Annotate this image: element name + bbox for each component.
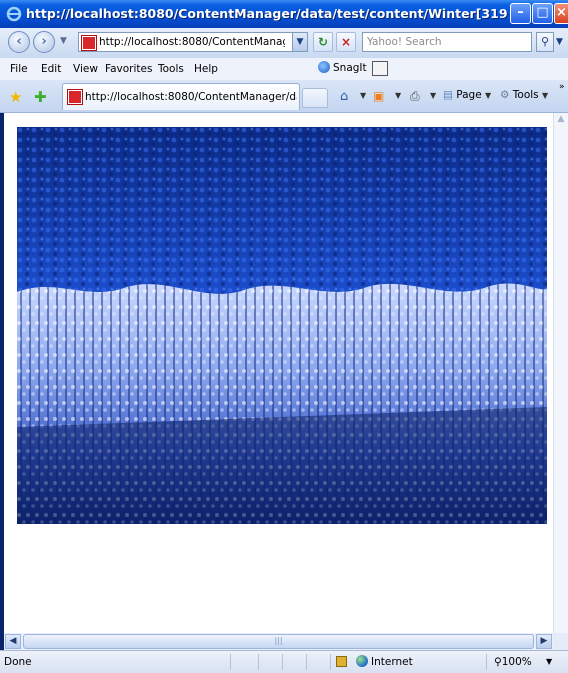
menu-favorites[interactable]: Favorites <box>105 63 152 75</box>
status-divider <box>330 654 331 670</box>
status-divider <box>486 654 487 670</box>
status-divider <box>258 654 259 670</box>
menu-view[interactable]: View <box>73 63 98 75</box>
search-input[interactable]: Yahoo! Search <box>362 32 532 52</box>
tab-active[interactable]: http://localhost:8080/ContentManager/dat… <box>62 83 300 110</box>
forward-button[interactable]: › <box>33 31 55 53</box>
browser-window: http://localhost:8080/ContentManager/dat… <box>0 0 568 673</box>
status-divider <box>230 654 231 670</box>
menu-file[interactable]: File <box>10 63 28 75</box>
recent-pages-dropdown[interactable]: ▼ <box>60 36 67 46</box>
add-favorite-icon[interactable]: ✚ <box>34 88 47 106</box>
horizontal-scroll-thumb[interactable]: ||| <box>23 634 534 649</box>
forward-arrow-icon: › <box>41 34 47 49</box>
snagit-label: SnagIt <box>333 62 367 74</box>
page-content <box>4 113 553 633</box>
feeds-icon[interactable]: ▣ <box>373 89 384 103</box>
snagit-editor-button[interactable] <box>372 61 388 76</box>
snagit-button[interactable]: SnagIt <box>318 61 367 74</box>
back-arrow-icon: ‹ <box>16 34 22 49</box>
new-tab-button[interactable] <box>302 88 328 108</box>
title-bar: http://localhost:8080/ContentManager/dat… <box>0 0 568 29</box>
zoom-level[interactable]: ⚲100% <box>494 656 532 668</box>
status-bar: Done Internet ⚲100% ▼ <box>0 650 568 673</box>
home-icon[interactable]: ⌂ <box>340 89 348 104</box>
status-divider <box>306 654 307 670</box>
feeds-dropdown[interactable]: ▼ <box>395 89 401 101</box>
close-button[interactable]: × <box>554 3 568 24</box>
zoom-icon: ⚲ <box>494 656 502 668</box>
scroll-left-arrow-icon[interactable]: ◀ <box>5 634 21 649</box>
stop-button[interactable]: × <box>336 32 356 52</box>
tab-label: http://localhost:8080/ContentManager/dat… <box>85 91 297 103</box>
maximize-icon: □ <box>536 5 549 20</box>
vertical-scrollbar[interactable]: ▲ <box>553 113 568 633</box>
security-zone[interactable]: Internet <box>356 655 413 668</box>
page-icon <box>68 90 82 104</box>
menu-tools[interactable]: Tools <box>158 63 184 75</box>
tools-menu-label: Tools <box>512 89 539 101</box>
status-divider <box>282 654 283 670</box>
minimize-button[interactable]: – <box>510 3 531 24</box>
search-icon: ⚲ <box>540 35 550 48</box>
window-title: http://localhost:8080/ContentManager/dat… <box>26 6 508 21</box>
tools-gear-icon: ⚙ <box>500 89 510 101</box>
print-icon[interactable]: ⎙ <box>410 89 420 104</box>
zoom-level-label: 100% <box>501 656 532 668</box>
scroll-right-arrow-icon[interactable]: ▶ <box>536 634 552 649</box>
ie-icon <box>6 6 22 22</box>
menu-bar: File Edit View Favorites Tools Help Snag… <box>0 58 568 81</box>
stop-icon: × <box>340 35 352 49</box>
security-zone-label: Internet <box>371 656 413 668</box>
refresh-button[interactable]: ↻ <box>313 32 333 52</box>
minimize-icon: – <box>517 5 524 20</box>
back-button[interactable]: ‹ <box>8 31 30 53</box>
page-menu-label: Page <box>456 89 482 101</box>
print-dropdown[interactable]: ▼ <box>430 89 436 101</box>
favorites-star-icon[interactable]: ★ <box>9 88 22 106</box>
internet-globe-icon <box>356 655 368 667</box>
tab-bar: ★ ✚ http://localhost:8080/ContentManager… <box>0 80 568 113</box>
address-url: http://localhost:8080/ContentManager/dat… <box>99 36 285 48</box>
protected-mode-icon[interactable] <box>336 656 347 667</box>
refresh-icon: ↻ <box>317 35 329 49</box>
address-toolbar: ‹ › ▼ http://localhost:8080/ContentManag… <box>0 28 568 58</box>
snagit-icon <box>318 61 330 73</box>
scroll-up-arrow-icon[interactable]: ▲ <box>555 114 567 128</box>
page-menu-icon: ▤ <box>443 89 453 101</box>
close-icon: × <box>556 5 567 20</box>
address-input[interactable]: http://localhost:8080/ContentManager/dat… <box>78 32 308 52</box>
chevron-more-icon[interactable]: » <box>559 82 565 92</box>
page-menu-button[interactable]: ▤ Page ▼ <box>443 89 491 101</box>
status-text: Done <box>4 656 32 668</box>
home-dropdown[interactable]: ▼ <box>360 89 366 101</box>
maximize-button[interactable]: □ <box>532 3 553 24</box>
winter-forest-image <box>17 127 547 524</box>
scrollbar-corner <box>553 633 568 650</box>
address-dropdown[interactable]: ▼ <box>292 33 307 51</box>
search-options-dropdown[interactable]: ▼ <box>556 37 563 47</box>
zoom-dropdown[interactable]: ▼ <box>546 657 552 666</box>
page-icon <box>82 36 96 50</box>
menu-help[interactable]: Help <box>194 63 218 75</box>
horizontal-scrollbar[interactable]: ◀ ||| ▶ <box>4 633 553 650</box>
menu-edit[interactable]: Edit <box>41 63 61 75</box>
search-button[interactable]: ⚲ <box>536 32 554 52</box>
tools-menu-button[interactable]: ⚙ Tools ▼ <box>500 89 548 101</box>
